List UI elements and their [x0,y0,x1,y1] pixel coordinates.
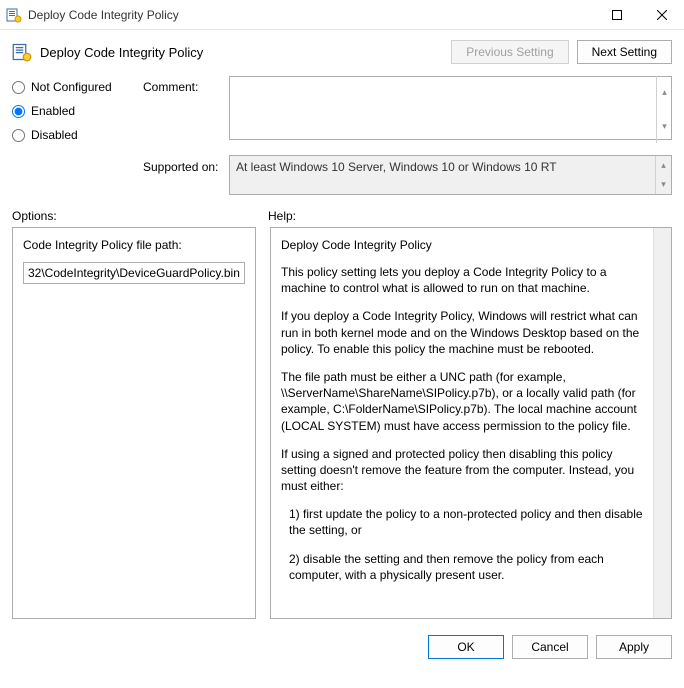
help-p1: This policy setting lets you deploy a Co… [281,264,643,296]
help-panel: Deploy Code Integrity Policy This policy… [270,227,672,619]
options-panel: Code Integrity Policy file path: [12,227,256,619]
cancel-button[interactable]: Cancel [512,635,588,659]
radio-disabled[interactable]: Disabled [12,128,137,142]
help-body: This policy setting lets you deploy a Co… [281,264,643,583]
radio-disabled-label: Disabled [31,128,78,142]
app-icon [6,7,22,23]
radio-disabled-input[interactable] [12,129,25,142]
radio-not-configured-input[interactable] [12,81,25,94]
help-p5: 1) first update the policy to a non-prot… [281,506,643,538]
help-p3: The file path must be either a UNC path … [281,369,643,434]
supported-on-box: At least Windows 10 Server, Windows 10 o… [229,155,672,195]
apply-button[interactable]: Apply [596,635,672,659]
policy-file-path-input[interactable] [23,262,245,284]
help-p4: If using a signed and protected policy t… [281,446,643,495]
path-label: Code Integrity Policy file path: [23,238,245,252]
radio-not-configured[interactable]: Not Configured [12,80,137,94]
window-title: Deploy Code Integrity Policy [28,8,549,22]
radio-enabled[interactable]: Enabled [12,104,137,118]
supported-on-label: Supported on: [143,160,223,174]
dialog-footer: OK Cancel Apply [0,627,684,669]
ok-button[interactable]: OK [428,635,504,659]
maximize-button[interactable] [594,0,639,30]
comment-label: Comment: [143,80,223,94]
radio-enabled-label: Enabled [31,104,75,118]
policy-header: Deploy Code Integrity Policy Previous Se… [0,30,684,70]
state-radio-group: Not Configured Enabled Disabled [12,76,137,142]
radio-enabled-input[interactable] [12,105,25,118]
help-p2: If you deploy a Code Integrity Policy, W… [281,308,643,357]
policy-title: Deploy Code Integrity Policy [40,45,451,60]
supported-scroll[interactable]: ▴▾ [655,156,671,194]
comment-textarea[interactable] [229,76,672,140]
comment-scroll[interactable]: ▴▾ [656,76,672,143]
previous-setting-button[interactable]: Previous Setting [451,40,568,64]
help-p6: 2) disable the setting and then remove t… [281,551,643,583]
next-setting-button[interactable]: Next Setting [577,40,672,64]
options-label: Options: [12,209,268,223]
supported-on-text: At least Windows 10 Server, Windows 10 o… [236,160,557,174]
close-button[interactable] [639,0,684,30]
radio-not-configured-label: Not Configured [31,80,112,94]
policy-icon [12,42,32,62]
help-label: Help: [268,209,296,223]
help-title: Deploy Code Integrity Policy [281,238,643,252]
window-titlebar: Deploy Code Integrity Policy [0,0,684,30]
